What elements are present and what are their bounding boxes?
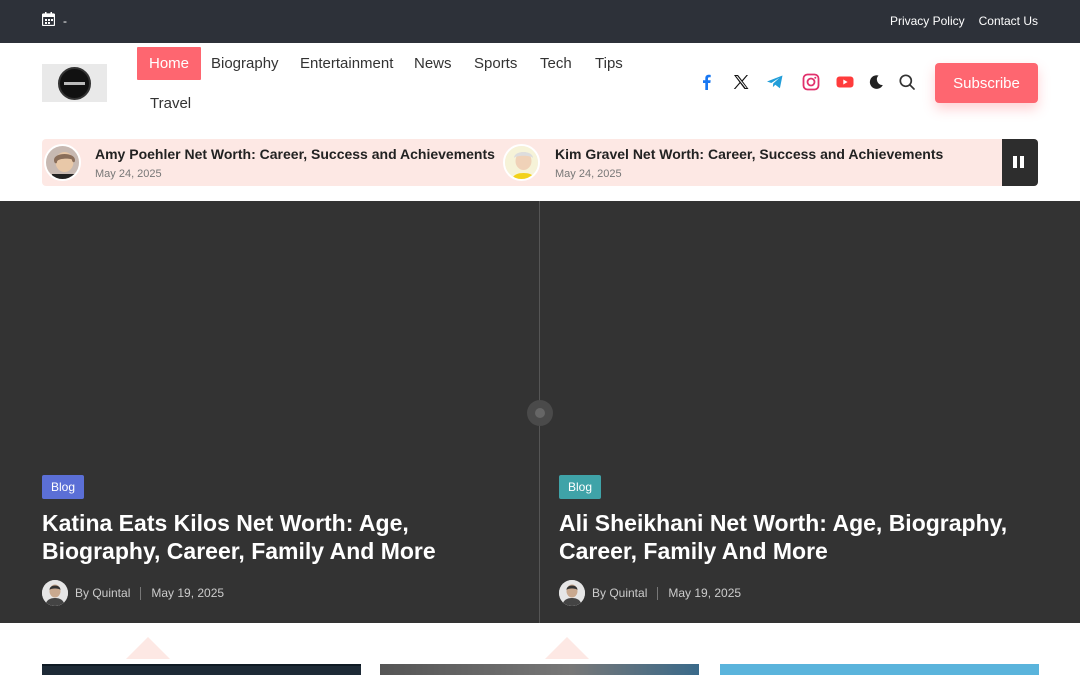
nav-item-travel[interactable]: Travel — [150, 95, 191, 112]
author-avatar — [42, 580, 68, 606]
nav-item-home[interactable]: Home — [137, 47, 202, 80]
privacy-policy-link[interactable]: Privacy Policy — [890, 14, 965, 28]
hero-card[interactable]: Blog Ali Sheikhani Net Worth: Age, Biogr… — [559, 475, 1019, 606]
hero-card[interactable]: Blog Katina Eats Kilos Net Worth: Age, B… — [42, 475, 502, 606]
ticker-item[interactable]: Amy Poehler Net Worth: Career, Success a… — [42, 139, 502, 186]
x-icon[interactable] — [732, 73, 750, 91]
ticker-item[interactable]: Kim Gravel Net Worth: Career, Success an… — [501, 139, 981, 186]
ticker-thumbnail — [503, 144, 540, 181]
category-badge[interactable]: Blog — [42, 475, 85, 499]
subscribe-button[interactable]: Subscribe — [935, 63, 1038, 103]
youtube-icon[interactable] — [836, 73, 854, 91]
ticker-pause-button[interactable] — [1002, 139, 1038, 186]
top-links: Privacy Policy Contact Us — [890, 14, 1038, 28]
telegram-icon[interactable] — [766, 73, 784, 91]
category-badge[interactable]: Blog — [559, 475, 602, 499]
search-icon[interactable] — [898, 73, 916, 91]
date-text: - — [63, 14, 67, 28]
nav-item-sports[interactable]: Sports — [474, 55, 517, 72]
post-thumbnail[interactable] — [380, 664, 699, 675]
hero-title[interactable]: Ali Sheikhani Net Worth: Age, Biography,… — [559, 509, 1019, 565]
nav-item-tips[interactable]: Tips — [595, 55, 623, 72]
facebook-icon[interactable] — [698, 73, 716, 91]
author-name[interactable]: By Quintal — [592, 586, 647, 600]
calendar-icon — [42, 12, 55, 26]
pause-icon — [1013, 156, 1017, 168]
instagram-icon[interactable] — [802, 73, 820, 91]
slider-loading-indicator — [527, 400, 553, 426]
nav-item-tech[interactable]: Tech — [540, 55, 572, 72]
ticker-date: May 24, 2025 — [555, 168, 622, 180]
contact-us-link[interactable]: Contact Us — [979, 14, 1038, 28]
hero-slider: Blog Katina Eats Kilos Net Worth: Age, B… — [0, 201, 1080, 623]
post-meta: By Quintal May 19, 2025 — [42, 580, 502, 606]
nav-item-entertainment[interactable]: Entertainment — [300, 55, 393, 72]
post-thumbnail[interactable] — [42, 664, 361, 675]
news-ticker: Amy Poehler Net Worth: Career, Success a… — [42, 139, 1038, 186]
decorative-shape — [545, 637, 589, 659]
site-header: Home Biography Entertainment News Sports… — [0, 43, 1080, 201]
ticker-date: May 24, 2025 — [95, 168, 162, 180]
post-date: May 19, 2025 — [668, 586, 742, 600]
nav-item-biography[interactable]: Biography — [211, 55, 279, 72]
post-meta: By Quintal May 19, 2025 — [559, 580, 1019, 606]
top-bar: - Privacy Policy Contact Us — [0, 0, 1080, 43]
nav-item-news[interactable]: News — [414, 55, 452, 72]
logo-mark — [58, 67, 91, 100]
ticker-title[interactable]: Kim Gravel Net Worth: Career, Success an… — [555, 146, 943, 162]
author-name[interactable]: By Quintal — [75, 586, 130, 600]
ticker-title[interactable]: Amy Poehler Net Worth: Career, Success a… — [95, 146, 495, 162]
author-avatar — [559, 580, 585, 606]
moon-icon[interactable] — [867, 73, 885, 91]
post-date: May 19, 2025 — [151, 586, 225, 600]
hero-title[interactable]: Katina Eats Kilos Net Worth: Age, Biogra… — [42, 509, 502, 565]
post-grid — [0, 623, 1080, 675]
ticker-thumbnail — [44, 144, 81, 181]
decorative-shape — [126, 637, 170, 659]
site-logo[interactable] — [42, 64, 107, 102]
post-thumbnail[interactable] — [720, 664, 1039, 675]
